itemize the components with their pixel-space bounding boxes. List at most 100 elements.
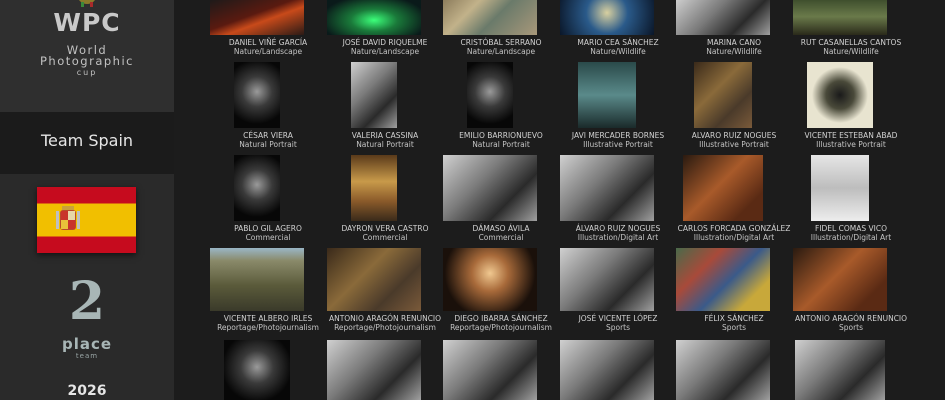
photo-caption: ANTONIO ARAGÓN RENUNCIO Reportage/Photojo…	[321, 314, 449, 332]
logo-wpc-text: WPC	[53, 8, 121, 37]
photo-thumbnail[interactable]	[683, 155, 763, 221]
photo-caption: MARINA CANO Nature/Wildlife	[670, 38, 798, 56]
photo-thumbnail[interactable]	[560, 155, 654, 221]
photo-thumbnail[interactable]	[560, 248, 654, 311]
photographer-name: CRISTÓBAL SERRANO	[460, 38, 542, 47]
photo-thumbnail[interactable]	[327, 0, 421, 35]
photo-thumbnail[interactable]	[694, 62, 752, 128]
photo-thumbnail[interactable]	[676, 0, 770, 35]
photo-category: Commercial	[362, 233, 408, 242]
photographer-name: DIEGO IBARRA SÁNCHEZ	[454, 314, 548, 323]
photo-caption: RUT CASANELLAS CANTOS Nature/Wildlife	[787, 38, 915, 56]
photographer-name: EMILIO BARRIONUEVO	[459, 131, 543, 140]
photo-thumbnail[interactable]	[351, 155, 397, 221]
photo-category: Natural Portrait	[356, 140, 414, 149]
photographer-name: MARIO CEA SÁNCHEZ	[577, 38, 659, 47]
photo-thumbnail[interactable]	[811, 155, 869, 221]
spain-flag-icon	[37, 187, 136, 253]
photo-thumbnail[interactable]	[676, 340, 770, 400]
photographer-name: VALERIA CASSINA	[351, 131, 419, 140]
photo-category: Nature/Wildlife	[590, 47, 646, 56]
team-name: Team Spain	[40, 131, 134, 150]
photo-thumbnail[interactable]	[234, 62, 280, 128]
photo-caption: DIEGO IBARRA SÁNCHEZ Reportage/Photojourn…	[437, 314, 565, 332]
photo-caption: ANTONIO ARAGÓN RENUNCIO Sports	[787, 314, 915, 332]
photo-thumbnail[interactable]	[234, 155, 280, 221]
photographer-name: ANTONIO ARAGÓN RENUNCIO	[328, 314, 442, 323]
photo-category: Nature/Wildlife	[823, 47, 879, 56]
photographer-name: JOSÉ VICENTE LÓPEZ	[578, 314, 658, 323]
photo-category: Sports	[605, 323, 631, 332]
photo-category: Nature/Landscape	[466, 47, 536, 56]
photographer-name: ALVARO RUIZ NOGUES	[691, 131, 777, 140]
photo-caption: DAYRON VERA CASTRO Commercial	[321, 224, 449, 242]
photo-caption: CRISTÓBAL SERRANO Nature/Landscape	[437, 38, 565, 56]
photo-thumbnail[interactable]	[560, 340, 654, 400]
photo-thumbnail[interactable]	[795, 340, 885, 400]
photographer-name: RUT CASANELLAS CANTOS	[800, 38, 902, 47]
photo-caption: VALERIA CASSINA Natural Portrait	[321, 131, 449, 149]
photo-category: Illustrative Portrait	[583, 140, 653, 149]
photographer-name: PABLO GIL AGERO	[234, 224, 302, 233]
photo-thumbnail[interactable]	[793, 248, 887, 311]
photo-caption: ALVARO RUIZ NOGUES Illustrative Portrait	[670, 131, 798, 149]
photo-category: Natural Portrait	[472, 140, 530, 149]
photo-caption: CÉSAR VIERA Natural Portrait	[204, 131, 332, 149]
photo-caption: DÁMASO ÁVILA Commercial	[437, 224, 565, 242]
photo-category: Illustrative Portrait	[699, 140, 769, 149]
photo-caption: JOSÉ DAVID RIQUELME Nature/Landscape	[321, 38, 449, 56]
logo-line-3: cup	[76, 68, 98, 77]
photographer-name: CÉSAR VIERA	[243, 131, 293, 140]
photo-thumbnail[interactable]	[578, 62, 636, 128]
photo-thumbnail[interactable]	[467, 62, 513, 128]
photo-thumbnail[interactable]	[807, 62, 873, 128]
photo-caption: MARIO CEA SÁNCHEZ Nature/Wildlife	[554, 38, 682, 56]
photographer-name: VICENTE ESTEBAN ABAD	[804, 131, 898, 140]
photo-thumbnail[interactable]	[327, 340, 421, 400]
photographer-name: JOSÉ DAVID RIQUELME	[342, 38, 428, 47]
photo-category: Reportage/Photojournalism	[217, 323, 319, 332]
photo-thumbnail[interactable]	[676, 248, 770, 311]
photo-category: Nature/Landscape	[350, 47, 420, 56]
photographer-name: DAYRON VERA CASTRO	[341, 224, 429, 233]
photo-thumbnail[interactable]	[351, 62, 397, 128]
photo-category: Illustrative Portrait	[816, 140, 886, 149]
place-number: 2	[68, 271, 106, 332]
photographer-name: JAVI MERCADER BORNES	[571, 131, 665, 140]
photo-thumbnail[interactable]	[224, 340, 290, 400]
photographer-name: ÁLVARO RUIZ NOGUES	[575, 224, 661, 233]
photo-thumbnail[interactable]	[210, 0, 304, 35]
wpc-logo[interactable]: WPC World Photographic cup	[0, 0, 174, 112]
team-sidebar: WPC World Photographic cup Team Spain 2 …	[0, 0, 174, 400]
photographer-name: FIDEL COMAS VICO	[815, 224, 887, 233]
photo-thumbnail[interactable]	[443, 0, 537, 35]
photo-thumbnail[interactable]	[443, 248, 537, 311]
photographer-name: VICENTE ALBERO IRLES	[223, 314, 313, 323]
logo-line-2: Photographic	[40, 54, 134, 68]
team-title-panel: Team Spain	[0, 112, 174, 174]
photo-category: Reportage/Photojournalism	[334, 323, 436, 332]
photo-caption: PABLO GIL AGERO Commercial	[204, 224, 332, 242]
photo-caption: CARLOS FORCADA GONZÁLEZ Illustration/Digi…	[670, 224, 798, 242]
photo-caption: FIDEL COMAS VICO Illustration/Digital Art	[787, 224, 915, 242]
photo-caption: VICENTE ALBERO IRLES Reportage/Photojourn…	[204, 314, 332, 332]
photo-category: Illustration/Digital Art	[577, 233, 659, 242]
photo-category: Nature/Wildlife	[706, 47, 762, 56]
photo-thumbnail[interactable]	[210, 248, 304, 311]
photo-thumbnail[interactable]	[793, 0, 887, 35]
photo-category: Sports	[721, 323, 747, 332]
flag-yellow-band	[37, 203, 136, 237]
photo-caption: FÉLIX SÁNCHEZ Sports	[670, 314, 798, 332]
place-label: place	[61, 335, 113, 353]
photo-category: Illustration/Digital Art	[693, 233, 775, 242]
photo-category: Sports	[838, 323, 864, 332]
photo-category: Commercial	[245, 233, 291, 242]
photo-caption: JOSÉ VICENTE LÓPEZ Sports	[554, 314, 682, 332]
photo-category: Nature/Landscape	[233, 47, 303, 56]
place-sub-label: team	[75, 352, 99, 360]
photo-thumbnail[interactable]	[443, 155, 537, 221]
photo-thumbnail[interactable]	[443, 340, 537, 400]
photo-caption: ÁLVARO RUIZ NOGUES Illustration/Digital A…	[554, 224, 682, 242]
photo-thumbnail[interactable]	[327, 248, 421, 311]
photo-thumbnail[interactable]	[560, 0, 654, 35]
